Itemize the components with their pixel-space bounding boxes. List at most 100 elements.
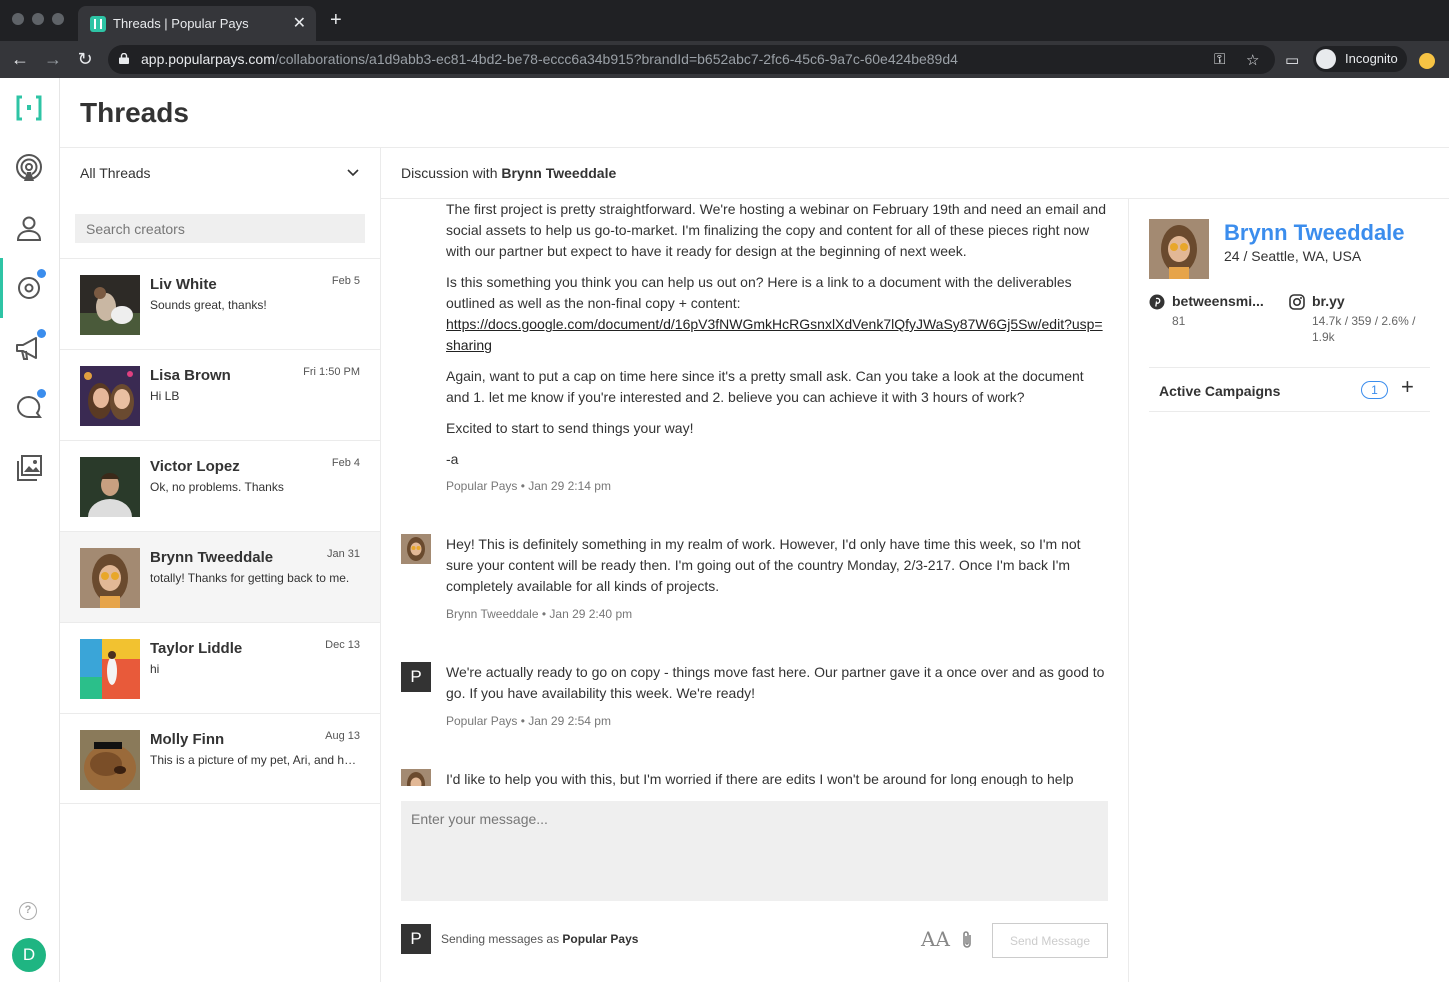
instagram-handle: br.yy [1312,293,1345,309]
message-body: I'd like to help you with this, but I'm … [446,771,1074,786]
pinterest-handle: betweensmi... [1172,293,1264,309]
address-bar[interactable]: app.popularpays.com/collaborations/a1d9a… [108,45,1275,74]
nav-campaigns[interactable] [14,329,46,363]
thread-item-selected[interactable]: Brynn Tweeddale Jan 31 totally! Thanks f… [60,531,380,622]
discussion-panel: Discussion with Brynn Tweeddale The firs… [381,148,1449,982]
nav-broadcast-icon[interactable] [14,153,44,183]
message-body: Hey! This is definitely something in my … [446,536,1081,594]
thread-list: Liv White Feb 5 Sounds great, thanks! Li… [60,258,380,804]
pinterest-icon [1149,294,1165,310]
creator-photo[interactable] [1149,219,1209,279]
thread-date: Fri 1:50 PM [303,366,360,378]
left-nav: ? D [0,78,60,982]
thread-item[interactable]: Victor Lopez Feb 4 Ok, no problems. Than… [60,440,380,531]
search-creators-input[interactable] [75,214,365,243]
browser-tab-bar: Threads | Popular Pays ✕ + [0,0,1449,41]
thread-name: Taylor Liddle [150,640,243,657]
page-header: Threads [60,78,1449,148]
window-minimize-button[interactable] [32,13,44,25]
thread-date: Aug 13 [325,730,360,742]
thread-item[interactable]: Lisa Brown Fri 1:50 PM Hi LB [60,349,380,440]
threads-panel: All Threads Liv White Feb 5 Sounds great… [60,148,381,982]
lock-icon [119,53,129,64]
user-avatar[interactable]: D [12,938,46,972]
discussion-header: Discussion with Brynn Tweeddale [381,148,1449,199]
notification-badge [37,269,46,278]
message-paragraph: The first project is pretty straightforw… [446,201,1106,259]
nav-creators-icon[interactable] [14,213,44,243]
new-tab-icon[interactable]: + [330,10,342,30]
star-icon[interactable]: ☆ [1246,51,1259,69]
message-body: We're actually ready to go on copy - thi… [446,664,1105,701]
thread-date: Feb 4 [331,457,360,469]
thread-item[interactable]: Liv White Feb 5 Sounds great, thanks! [60,258,380,349]
thread-date: Feb 5 [331,275,360,287]
sending-as-label: Sending messages as Popular Pays [441,932,639,946]
add-campaign-icon[interactable]: + [1401,376,1414,398]
message-body: The first project is pretty straightforw… [446,199,1106,480]
help-icon[interactable]: ? [19,902,37,920]
tab-close-icon[interactable]: ✕ [293,13,306,33]
favicon-icon [90,16,106,32]
thread-item[interactable]: Molly Finn Aug 13 This is a picture of m… [60,713,380,804]
thread-preview: hi [150,662,160,676]
document-link[interactable]: https://docs.google.com/document/d/16pV3… [446,316,1103,353]
pinterest-followers: 81 [1172,314,1186,328]
message-input[interactable] [401,801,1108,901]
threads-filter-dropdown[interactable]: All Threads [60,148,380,199]
sender-avatar [401,769,431,786]
window-zoom-button[interactable] [52,13,64,25]
thread-preview: Hi LB [150,389,180,403]
message-paragraph: -a [446,451,459,467]
message-meta: Brynn Tweeddale • Jan 29 2:40 pm [446,607,633,621]
page-title: Threads [80,97,189,128]
composer-footer: P Sending messages as Popular Pays AA Se… [401,923,1108,958]
incognito-label: Incognito [1345,51,1398,66]
reload-icon[interactable]: ↻ [75,49,95,69]
message-meta: Popular Pays • Jan 29 2:14 pm [446,479,611,493]
notification-badge [37,329,46,338]
message-paragraph: Excited to start to send things your way… [446,420,694,436]
tab-title: Threads | Popular Pays [113,16,249,31]
app: ? D Threads All Threads Liv White Feb 5 … [0,78,1449,982]
incognito-indicator[interactable]: Incognito [1313,46,1407,72]
browser-tab[interactable]: Threads | Popular Pays ✕ [78,6,316,41]
nav-collaborations[interactable] [0,258,46,318]
send-message-button[interactable]: Send Message [992,923,1108,958]
instagram-stats-values: 14.7k / 359 / 2.6% / 1.9k [1312,314,1416,344]
creator-photo [80,548,140,608]
thread-name: Lisa Brown [150,367,231,384]
instagram-icon [1289,294,1305,310]
thread-preview: This is a picture of my pet, Ari, and he… [150,753,360,767]
creator-location: 24 / Seattle, WA, USA [1224,248,1362,264]
profile-icon[interactable] [1419,53,1435,69]
notification-badge [37,389,46,398]
message-meta: Popular Pays • Jan 29 2:54 pm [446,714,611,728]
incognito-icon [1316,49,1336,69]
thread-name: Brynn Tweeddale [150,549,274,566]
thread-item[interactable]: Taylor Liddle Dec 13 hi [60,622,380,713]
forward-icon[interactable]: → [43,49,63,69]
attachment-icon[interactable] [958,929,976,951]
active-campaigns-row[interactable]: Active Campaigns 1 + [1149,367,1430,412]
thread-preview: totally! Thanks for getting back to me. [150,571,350,585]
nav-messages[interactable] [14,389,46,423]
active-campaigns-count-badge: 1 [1361,381,1388,399]
thread-date: Dec 13 [325,639,360,651]
creator-name-link[interactable]: Brynn Tweeddale [1224,220,1405,246]
thread-name: Molly Finn [150,731,225,748]
message-list[interactable]: The first project is pretty straightforw… [381,199,1128,786]
back-icon[interactable]: ← [10,49,30,69]
thread-name: Liv White [150,276,217,293]
nav-gallery-icon[interactable] [14,453,44,483]
key-icon[interactable]: ⚿ [1214,51,1225,68]
active-campaigns-label: Active Campaigns [1159,383,1281,399]
sender-avatar [401,534,431,564]
cast-icon[interactable]: ▭ [1285,51,1299,69]
window-close-button[interactable] [12,13,24,25]
creator-photo [80,730,140,790]
creator-photo [80,457,140,517]
logo-icon[interactable] [16,95,42,121]
discussion-title: Discussion with Brynn Tweeddale [401,165,617,181]
text-format-icon[interactable]: AA [921,927,950,951]
